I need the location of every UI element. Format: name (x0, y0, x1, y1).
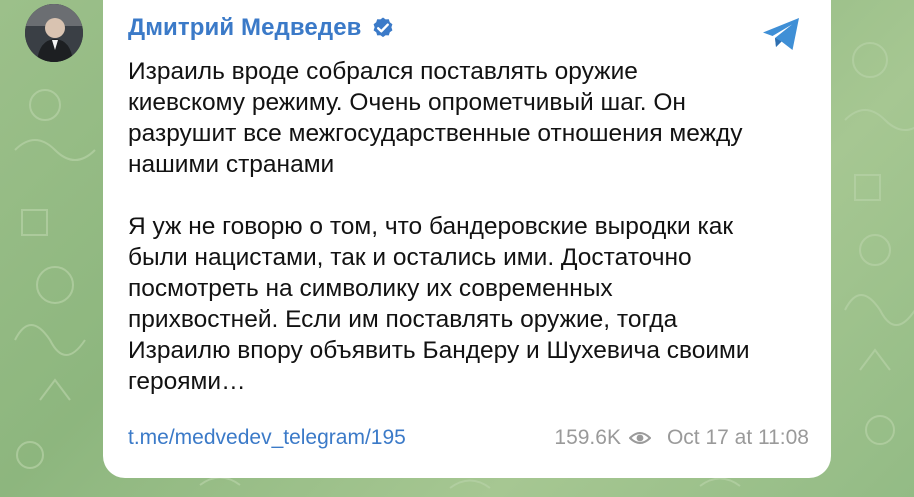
avatar-photo (25, 4, 83, 62)
post-date: Oct 17 at 11:08 (666, 426, 809, 449)
avatar[interactable] (25, 4, 83, 62)
message-meta: 159.6K Oct 17 at 11:08 (554, 426, 809, 450)
author-name[interactable]: Дмитрий Медведев (128, 14, 362, 42)
message-header: Дмитрий Медведев (128, 14, 395, 42)
view-count: 159.6K (554, 426, 621, 449)
message-paragraph-2: Я уж не говорю о том, что бандеровские в… (128, 213, 750, 395)
message-paragraph-1: Израиль вроде собрался поставлять оружие… (128, 58, 743, 178)
message-footer: t.me/medvedev_telegram/195 159.6K Oct 17… (128, 426, 809, 450)
telegram-logo-icon[interactable] (761, 16, 803, 52)
message-text: Израиль вроде собрался поставлять оружие… (128, 56, 808, 397)
eye-icon (628, 432, 651, 444)
message-card: Дмитрий Медведев Израиль вроде собрался … (103, 0, 831, 478)
post-link[interactable]: t.me/medvedev_telegram/195 (128, 426, 406, 450)
verified-badge-icon (373, 17, 392, 38)
